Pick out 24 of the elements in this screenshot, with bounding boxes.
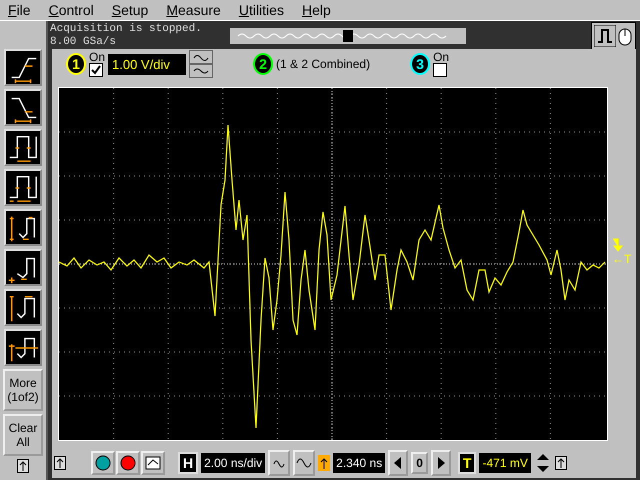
side-button[interactable]: Clear All [3, 414, 43, 456]
horizontal-label[interactable]: H [178, 452, 198, 474]
menu-item[interactable]: Measure [166, 2, 221, 18]
zero-button[interactable]: 0 [411, 452, 428, 474]
sample-rate: 8.00 GSa/s [50, 36, 118, 49]
horizontal-scale-field[interactable]: 2.00 ns/div [201, 453, 266, 473]
menu-item[interactable]: Setup [112, 2, 148, 18]
trigger-marker: ←T [612, 252, 632, 266]
channel-number[interactable]: 1 [66, 53, 86, 75]
channel-number[interactable]: 3 [410, 53, 430, 75]
trigger-level-field[interactable]: -471 mV [479, 453, 531, 473]
menu-item[interactable]: File [8, 2, 31, 18]
channel-label: (1 & 2 Combined) [276, 57, 370, 71]
on-label: On [433, 51, 450, 63]
menu-item[interactable]: Help [302, 2, 331, 18]
side-button[interactable]: More (1of2) [3, 369, 43, 411]
channel-scale-field[interactable]: 1.00 V/div [108, 54, 186, 74]
status-message: Acquisition is stopped. [50, 23, 203, 36]
delay-field[interactable]: 2.340 ns [333, 453, 386, 473]
menu-item[interactable]: Utilities [238, 2, 284, 18]
trigger-label[interactable]: T [458, 452, 476, 474]
on-label: On [89, 51, 106, 63]
menu-item[interactable]: Control [48, 2, 94, 18]
channel-number[interactable]: 2 [253, 53, 274, 75]
